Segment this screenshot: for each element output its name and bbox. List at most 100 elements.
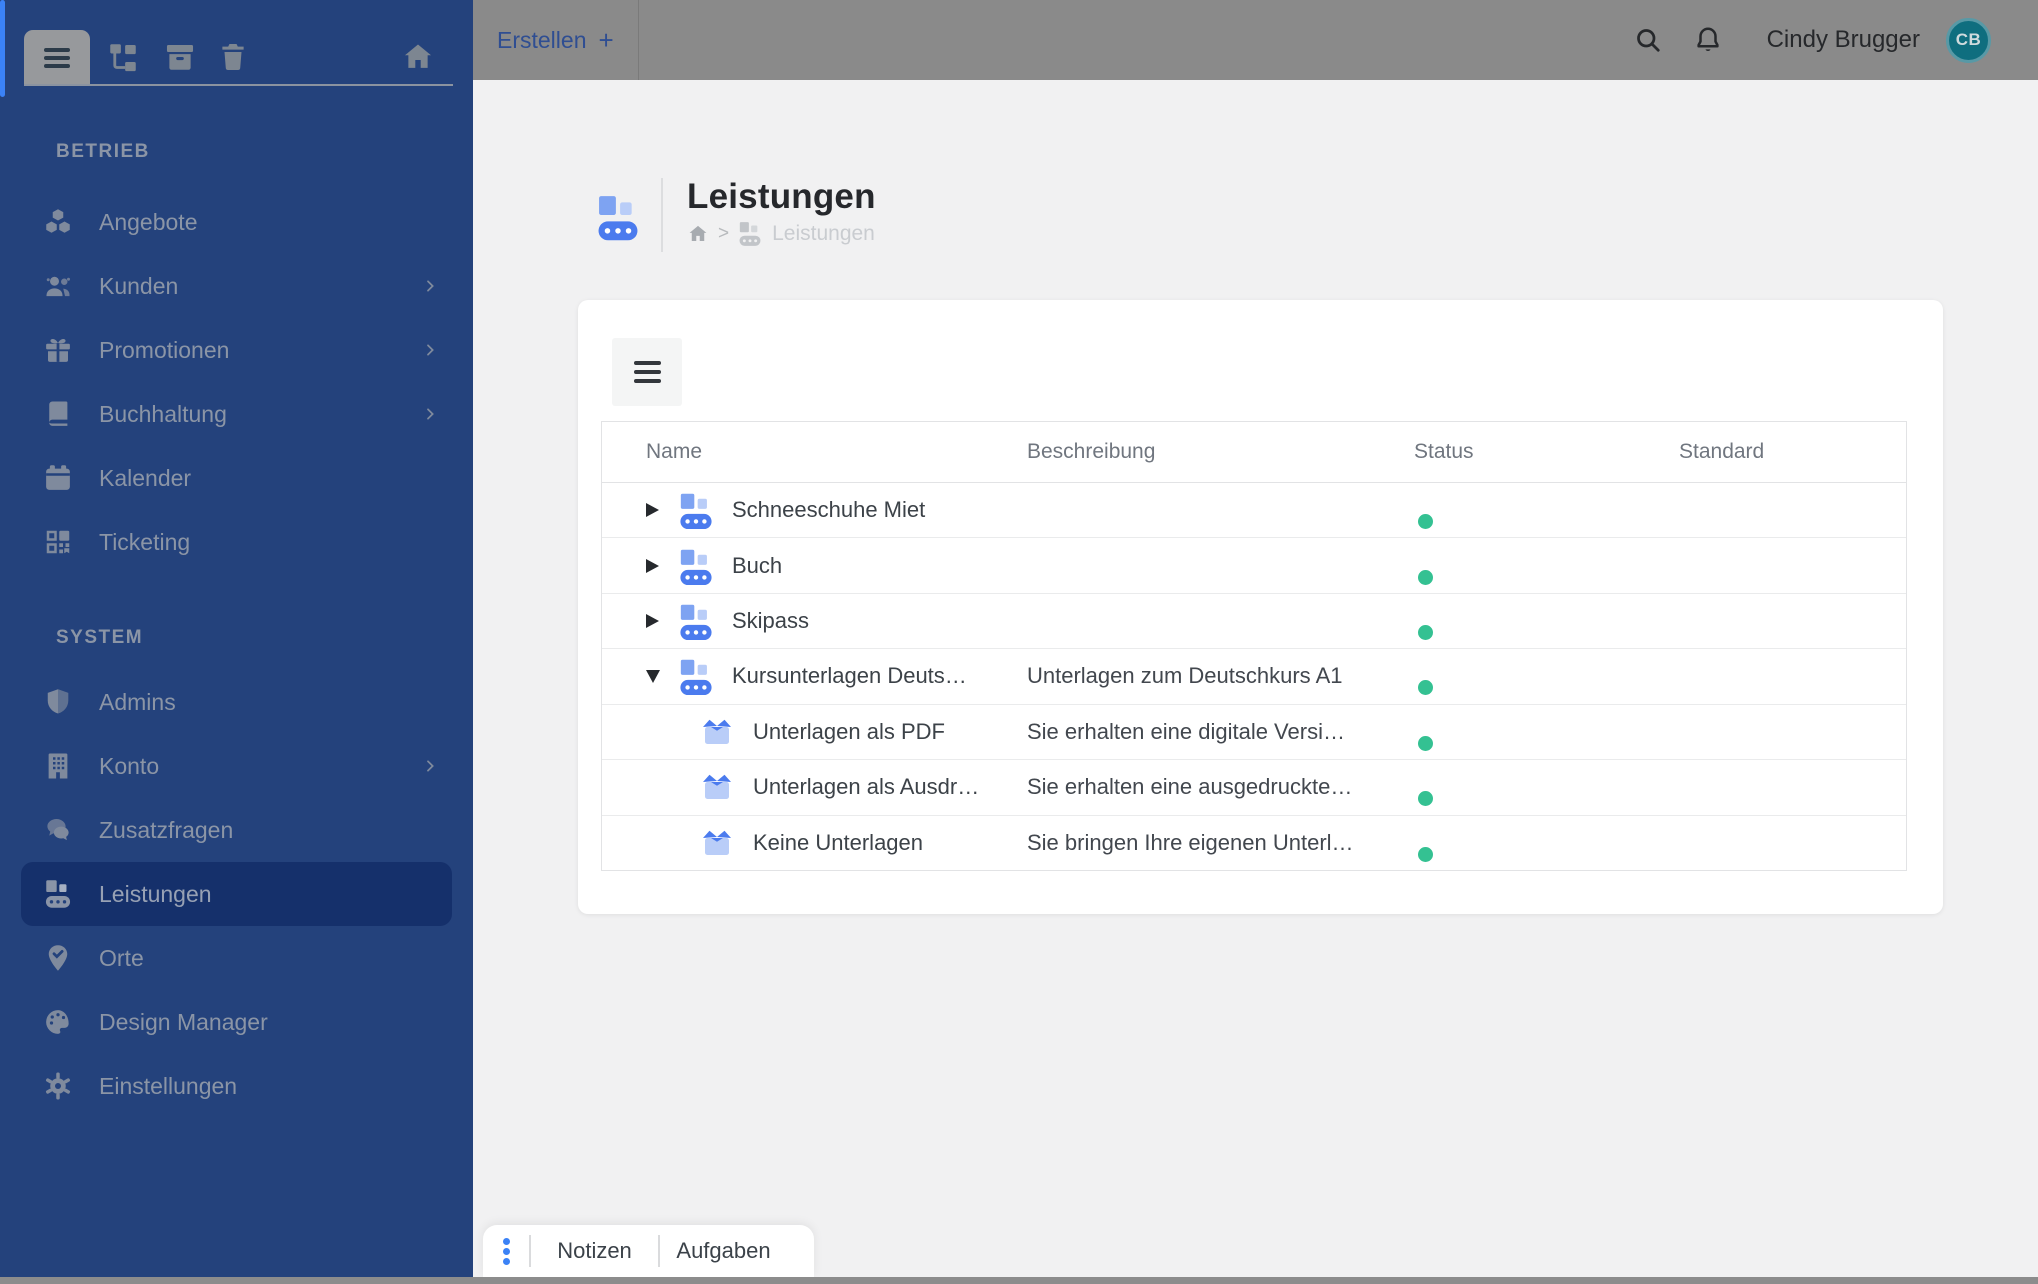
row-description: Unterlagen zum Deutschkurs A1 [1027,663,1343,689]
table-body: Schneeschuhe Miet Buch Skipass Kursunter… [602,483,1906,870]
table-row-child[interactable]: Unterlagen als Ausdr… Sie erhalten eine … [602,760,1906,816]
sidebar-item-label: Konto [99,752,160,779]
users-icon [43,271,73,301]
conveyor-icon [680,492,712,530]
hamburger-icon [44,44,70,73]
table-row-child[interactable]: Keine Unterlagen Sie bringen Ihre eigene… [602,816,1906,870]
table-row-child[interactable]: Unterlagen als PDF Sie erhalten eine dig… [602,705,1906,761]
expand-caret-icon[interactable] [646,558,659,573]
sidebar-item-angebote[interactable]: Angebote [21,190,452,254]
tab-notizen[interactable]: Notizen [531,1238,658,1264]
sidebar-item-label: Ticketing [99,528,191,555]
qr-code-icon [43,527,73,557]
shield-icon [43,687,73,717]
sidebar-item-promotionen[interactable]: Promotionen [21,318,452,382]
breadcrumb-chevron: > [718,223,730,244]
chevron-right-icon [422,278,438,294]
main-content: Leistungen > Leistungen Name Beschreibun… [473,80,2038,1284]
table-card: Name Beschreibung Status Standard Schnee… [578,300,1943,914]
collapse-caret-icon[interactable] [646,669,660,683]
row-name: Kursunterlagen Deuts… [732,663,967,689]
conveyor-icon [680,603,712,641]
bell-icon[interactable] [1693,25,1723,55]
home-icon[interactable] [401,40,435,74]
conveyor-icon [43,879,73,909]
leistungen-page-icon [598,194,638,242]
sidebar-item-leistungen[interactable]: Leistungen [21,862,452,926]
sidebar-item-label: Kalender [99,464,192,491]
topbar: Erstellen + Cindy Brugger CB [473,0,2038,80]
sidebar-item-einstellungen[interactable]: Einstellungen [21,1054,452,1118]
column-header-beschreibung: Beschreibung [1027,440,1156,463]
archive-icon[interactable] [163,40,197,74]
leistungen-table: Name Beschreibung Status Standard Schnee… [601,421,1907,871]
table-row[interactable]: Schneeschuhe Miet [602,483,1906,539]
row-name: Unterlagen als Ausdr… [753,774,980,800]
breadcrumb: > Leistungen [687,221,875,247]
gift-icon [43,335,73,365]
sidebar-item-label: Buchhaltung [99,400,227,427]
cubes-icon [43,207,73,237]
row-name: Skipass [732,608,810,634]
sidebar-item-design-manager[interactable]: Design Manager [21,990,452,1054]
chevron-right-icon [422,406,438,422]
sidebar-item-orte[interactable]: Orte [21,926,452,990]
bottom-edge-strip [0,1277,2038,1284]
create-button[interactable]: Erstellen + [473,0,639,80]
breadcrumb-current: Leistungen [772,222,875,245]
row-name: Keine Unterlagen [753,829,924,855]
create-button-label: Erstellen [497,26,587,53]
table-menu-button[interactable] [612,338,682,406]
sidebar-item-ticketing[interactable]: Ticketing [21,510,452,574]
app-window: BETRIEB Angebote Kunden Promotionen Buch… [0,0,2038,1284]
palette-icon [43,1007,73,1037]
sidebar-item-admins[interactable]: Admins [21,670,452,734]
tab-aufgaben[interactable]: Aufgaben [660,1238,787,1264]
sidebar: BETRIEB Angebote Kunden Promotionen Buch… [0,0,473,1284]
hierarchy-icon[interactable] [106,40,140,74]
open-box-icon [701,717,733,747]
sidebar-item-label: Design Manager [99,1008,268,1035]
plus-icon: + [598,24,614,55]
sidebar-item-zusatzfragen[interactable]: Zusatzfragen [21,798,452,862]
sidebar-item-label: Orte [99,944,144,971]
row-description: Sie erhalten eine ausgedruckte… [1027,774,1353,800]
sidebar-item-label: Einstellungen [99,1072,238,1099]
chevron-right-icon [422,758,438,774]
user-name[interactable]: Cindy Brugger [1767,26,1920,54]
trash-icon[interactable] [216,40,250,74]
column-header-standard: Standard [1679,440,1765,463]
sidebar-item-konto[interactable]: Konto [21,734,452,798]
sidebar-item-kunden[interactable]: Kunden [21,254,452,318]
sidebar-item-label: Kunden [99,272,179,299]
avatar[interactable]: CB [1946,17,1991,63]
book-icon [43,399,73,429]
kebab-menu-icon[interactable] [503,1235,511,1268]
building-icon [43,751,73,781]
map-pin-icon [43,943,73,973]
calendar-icon [43,463,73,493]
section-label-betrieb: BETRIEB [56,141,150,162]
table-row-expanded[interactable]: Kursunterlagen Deuts… Unterlagen zum Deu… [602,649,1906,705]
sidebar-item-buchhaltung[interactable]: Buchhaltung [21,382,452,446]
sidebar-item-label: Zusatzfragen [99,816,234,843]
row-name: Buch [732,552,783,578]
title-divider [661,178,663,252]
table-row[interactable]: Skipass [602,594,1906,650]
sidebar-item-label: Angebote [99,208,198,235]
chevron-right-icon [422,342,438,358]
search-icon[interactable] [1633,25,1663,55]
sidebar-item-label: Leistungen [99,880,212,907]
column-header-name: Name [646,440,703,463]
notes-tasks-panel: Notizen Aufgaben [483,1225,814,1277]
conveyor-icon [738,221,762,247]
column-header-status: Status [1414,440,1474,463]
sidebar-menu-tab[interactable] [24,30,90,86]
sidebar-item-kalender[interactable]: Kalender [21,446,452,510]
expand-caret-icon[interactable] [646,503,659,518]
table-row[interactable]: Buch [602,538,1906,594]
expand-caret-icon[interactable] [646,614,659,629]
home-icon[interactable] [687,223,709,245]
sidebar-toolbar [0,0,473,86]
open-box-icon [701,772,733,802]
